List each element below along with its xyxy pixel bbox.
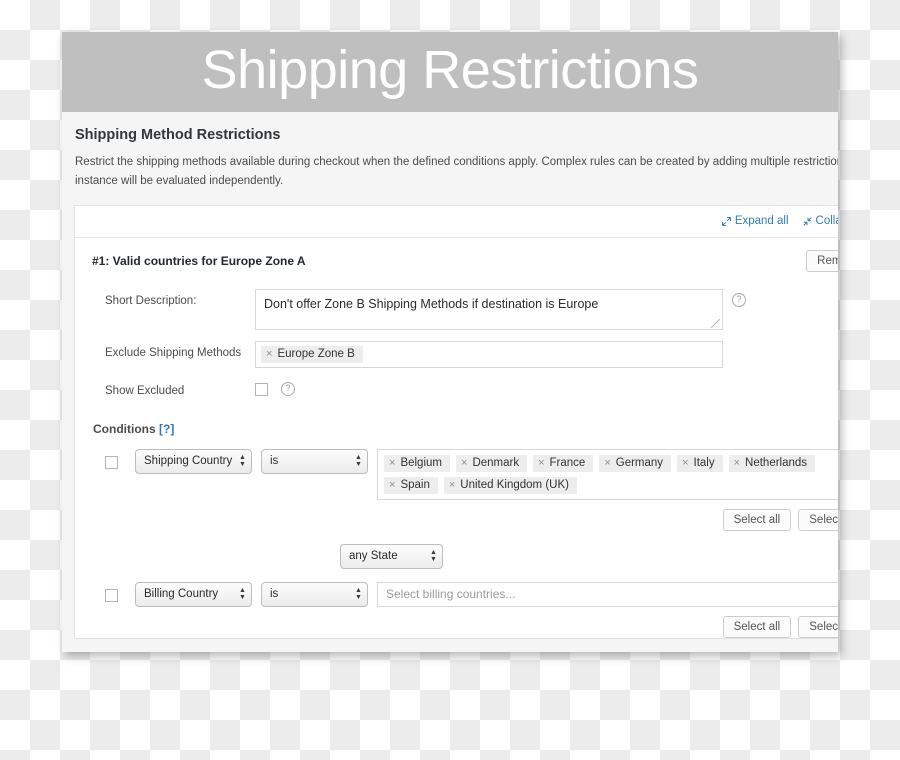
restriction-title: #1: Valid countries for Europe Zone A — [92, 253, 306, 268]
token-europe-zone-b[interactable]: × Europe Zone B — [261, 345, 363, 363]
select-all-button-shipping[interactable]: Select all — [722, 508, 792, 531]
conditions-heading-label: Conditions — [93, 421, 156, 436]
short-description-label: Short Description: — [105, 294, 197, 307]
exclude-methods-input[interactable]: × Europe Zone B — [255, 340, 723, 368]
short-description-help-icon[interactable]: ? — [732, 292, 746, 307]
condition-operator-select-billing-country[interactable]: is ▲ ▼ — [261, 581, 368, 607]
chevron-updown-icon: ▲ ▼ — [350, 583, 367, 606]
token-label: Belgium — [400, 456, 442, 469]
country-token[interactable]: × Spain — [384, 476, 438, 494]
exclude-methods-row: Exclude Shipping Methods × Europe Zone B — [75, 340, 838, 368]
caret-up-icon: ▲ — [355, 587, 362, 595]
chevron-updown-icon: ▲ ▼ — [425, 545, 442, 568]
token-remove-icon[interactable]: × — [389, 457, 395, 469]
condition-operator-value: is — [270, 588, 279, 601]
chevron-updown-icon: ▲ ▼ — [350, 450, 367, 473]
restriction-form: Short Description: Don't offer Zone B Sh… — [75, 283, 838, 638]
show-excluded-help-icon[interactable]: ? — [281, 381, 295, 396]
section-description: Restrict the shipping methods available … — [75, 156, 838, 187]
short-description-input[interactable]: Don't offer Zone B Shipping Methods if d… — [255, 288, 723, 330]
show-excluded-row: Show Excluded ? — [75, 379, 838, 397]
exclude-methods-label: Exclude Shipping Methods — [105, 346, 242, 359]
short-description-row: Short Description: Don't offer Zone B Sh… — [75, 288, 838, 330]
restriction-card: Expand all Collapse all #1: Valid countr… — [74, 204, 838, 639]
token-label: Germany — [615, 456, 664, 469]
token-label: Netherlands — [745, 456, 808, 469]
collapse-all-label: Collapse all — [815, 215, 838, 228]
caret-up-icon: ▲ — [239, 587, 246, 595]
token-remove-icon[interactable]: × — [734, 457, 740, 469]
select-all-button-billing[interactable]: Select all — [722, 615, 792, 638]
country-token[interactable]: × Netherlands — [728, 454, 816, 472]
expand-all-label: Expand all — [734, 215, 789, 228]
state-select-value: any State — [349, 550, 398, 563]
page-body: Shipping Method Restrictions Restrict th… — [62, 112, 838, 652]
select-none-button-billing[interactable]: Select none — [798, 615, 838, 638]
shipping-countries-input[interactable]: × Belgium × Denmark × France × Germany × Ital… — [377, 448, 838, 500]
page-banner: Shipping Restrictions — [62, 32, 838, 112]
caret-up-icon: ▲ — [355, 454, 362, 462]
page-title: Shipping Method Restrictions — [75, 127, 281, 143]
restriction-header: #1: Valid countries for Europe Zone A Re… — [75, 238, 838, 283]
token-remove-icon[interactable]: × — [266, 348, 272, 360]
app-window: Shipping Restrictions Shipping Method Re… — [62, 32, 838, 652]
country-token[interactable]: × United Kingdom (UK) — [443, 476, 577, 494]
token-remove-icon[interactable]: × — [682, 457, 688, 469]
chevron-updown-icon: ▲ ▼ — [234, 450, 251, 473]
token-label: France — [549, 456, 586, 469]
country-token[interactable]: × France — [533, 454, 594, 472]
resize-grip-icon[interactable] — [711, 318, 720, 328]
condition-field-select-shipping-country[interactable]: Shipping Country ▲ ▼ — [135, 448, 252, 474]
show-excluded-label: Show Excluded — [105, 384, 185, 397]
state-select[interactable]: any State ▲ ▼ — [340, 543, 443, 569]
condition-operator-select-shipping-country[interactable]: is ▲ ▼ — [261, 448, 368, 474]
token-label: Spain — [400, 478, 430, 491]
caret-down-icon: ▼ — [430, 556, 437, 564]
condition-operator-value: is — [270, 455, 279, 468]
expand-arrows-icon — [721, 216, 731, 226]
condition-field-value: Shipping Country — [144, 455, 233, 468]
caret-down-icon: ▼ — [239, 594, 246, 602]
country-token[interactable]: × Denmark — [456, 454, 528, 472]
condition-field-value: Billing Country — [144, 588, 219, 601]
banner-title: Shipping Restrictions — [201, 40, 699, 100]
caret-up-icon: ▲ — [430, 549, 437, 557]
condition-row-state: any State ▲ ▼ — [75, 543, 838, 569]
country-token[interactable]: × Italy — [677, 454, 723, 472]
condition-checkbox-shipping-country[interactable] — [105, 455, 118, 469]
remove-restriction-button[interactable]: Remove — [806, 249, 838, 272]
condition-row-shipping-country: Shipping Country ▲ ▼ is ▲ ▼ × Belgium × … — [75, 448, 838, 500]
short-description-value: Don't offer Zone B Shipping Methods if d… — [264, 296, 599, 311]
token-label: Denmark — [472, 456, 520, 469]
card-toolbar: Expand all Collapse all — [75, 206, 838, 238]
billing-countries-input[interactable]: Select billing countries... — [377, 581, 838, 607]
select-none-button-shipping[interactable]: Select none — [798, 508, 838, 531]
token-remove-icon[interactable]: × — [538, 457, 544, 469]
caret-down-icon: ▼ — [355, 461, 362, 469]
conditions-heading: Conditions [?] — [75, 408, 838, 436]
condition-row-billing-country: Billing Country ▲ ▼ is ▲ ▼ Select billin… — [75, 581, 838, 607]
token-label: United Kingdom (UK) — [460, 478, 569, 491]
token-remove-icon[interactable]: × — [449, 479, 455, 491]
condition-checkbox-billing-country[interactable] — [105, 588, 118, 602]
collapse-arrows-icon — [802, 217, 812, 226]
collapse-all-link[interactable]: Collapse all — [802, 215, 838, 228]
token-remove-icon[interactable]: × — [604, 457, 610, 469]
token-label: Europe Zone B — [277, 347, 355, 360]
shipping-country-select-buttons: Select all Select none — [75, 508, 838, 531]
show-excluded-checkbox[interactable] — [255, 382, 268, 396]
token-label: Italy — [693, 456, 715, 469]
condition-field-select-billing-country[interactable]: Billing Country ▲ ▼ — [135, 581, 252, 607]
expand-all-link[interactable]: Expand all — [721, 215, 789, 228]
chevron-updown-icon: ▲ ▼ — [234, 583, 251, 606]
token-remove-icon[interactable]: × — [389, 479, 395, 491]
country-token[interactable]: × Belgium — [384, 454, 450, 472]
caret-up-icon: ▲ — [239, 454, 246, 462]
token-remove-icon[interactable]: × — [461, 457, 467, 469]
billing-country-select-buttons: Select all Select none — [75, 615, 838, 638]
caret-down-icon: ▼ — [355, 594, 362, 602]
country-token[interactable]: × Germany — [599, 454, 672, 472]
conditions-help-link[interactable]: [?] — [159, 422, 174, 436]
caret-down-icon: ▼ — [239, 461, 246, 469]
